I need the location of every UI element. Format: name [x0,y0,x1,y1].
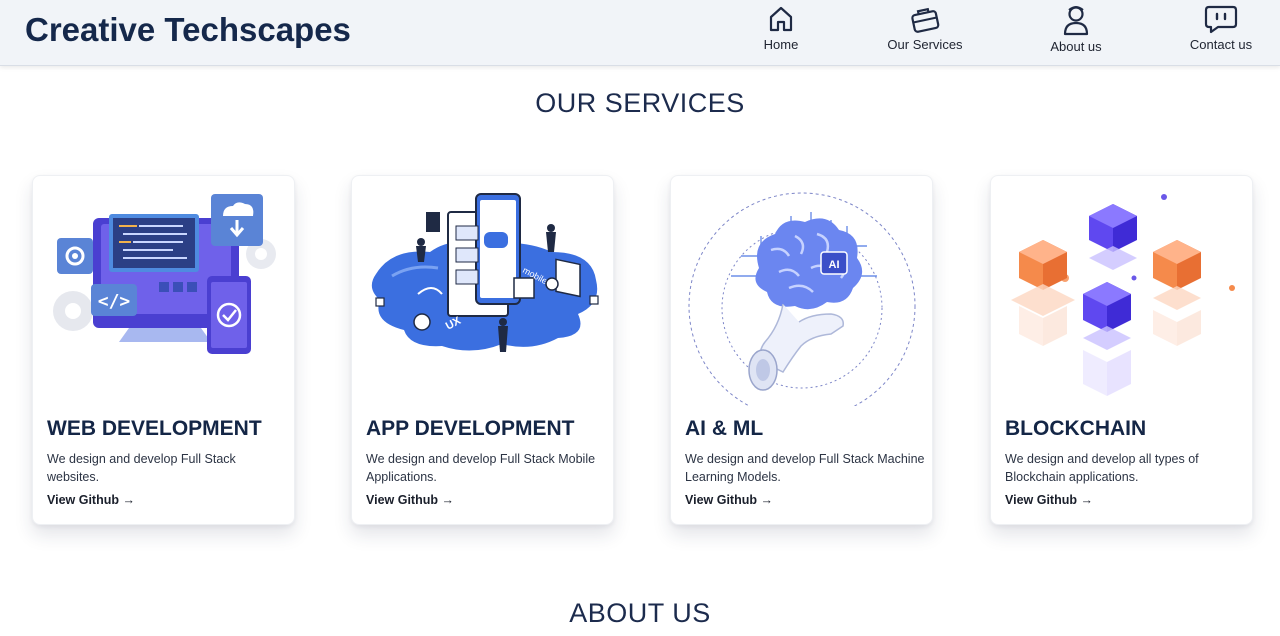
service-card-web-development: </> WEB DEVELOPMENT We design and develo… [32,175,295,525]
person-icon [1063,6,1089,36]
service-card-app-development: UX mobile APP DEVELOPMENT We design and … [351,175,614,525]
service-card-blockchain: BLOCKCHAIN We design and develop all typ… [990,175,1253,525]
view-github-link[interactable]: View Github → [1005,493,1093,507]
chat-icon [1204,5,1238,34]
nav-item-home[interactable]: Home [758,4,804,62]
briefcase-icon [911,7,940,33]
nav-item-our-services[interactable]: Our Services [884,4,966,62]
nav-label-our-services: Our Services [887,37,963,52]
nav-label-about-us: About us [1050,39,1102,54]
home-icon [769,6,793,32]
view-github-link[interactable]: View Github → [685,493,773,507]
nav-label-home: Home [763,37,799,52]
card-title: BLOCKCHAIN [1005,417,1147,440]
services-heading: OUR SERVICES [535,88,745,118]
top-navbar: Creative Techscapes Home Our Services Ab… [0,0,1280,66]
nav-item-about-us[interactable]: About us [1046,4,1106,62]
card-title: WEB DEVELOPMENT [47,417,262,440]
blockchain-cubes-illustration [1011,194,1235,396]
card-description: We design and develop Full Stack website… [47,452,236,484]
card-description: We design and develop Full Stack Machine… [685,452,925,484]
svg-text:AI: AI [829,259,840,271]
nav-label-contact-us: Contact us [1189,37,1253,52]
web-development-illustration: </> [53,194,276,354]
brand-logo-text[interactable]: Creative Techscapes [25,11,351,49]
svg-text:</>: </> [98,291,131,312]
service-card-ai-ml: AI AI & ML We design and develop Full St… [670,175,933,525]
card-description: We design and develop Full Stack Mobile … [366,452,596,484]
about-heading: ABOUT US [569,598,711,628]
view-github-link[interactable]: View Github → [366,493,454,507]
card-description: We design and develop all types of Block… [1005,452,1199,484]
app-development-illustration: UX mobile [371,193,599,352]
card-title: APP DEVELOPMENT [366,417,575,440]
view-github-link[interactable]: View Github → [47,493,135,507]
ai-brain-illustration: AI [688,192,916,406]
card-title: AI & ML [685,417,764,440]
nav-item-contact-us[interactable]: Contact us [1186,4,1256,62]
